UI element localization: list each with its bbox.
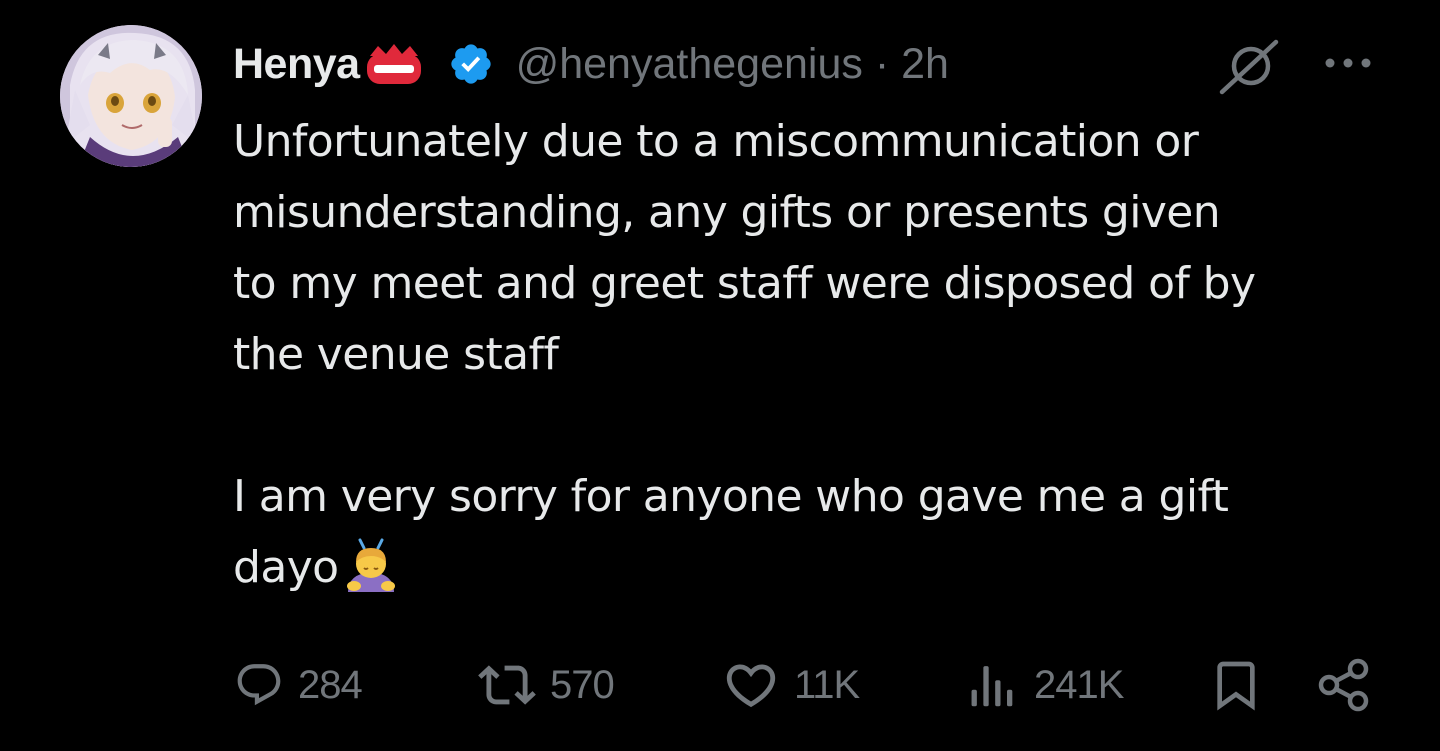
like-button[interactable]: 11K: [722, 640, 860, 730]
like-count: 11K: [794, 662, 860, 707]
text-line: to my meet and greet staff were disposed…: [233, 258, 1256, 309]
repost-button[interactable]: 570: [474, 640, 615, 730]
reply-count: 284: [298, 662, 363, 707]
post-text: Unfortunately due to a miscommunication …: [233, 106, 1393, 603]
repost-icon: [478, 665, 536, 705]
avatar[interactable]: [60, 25, 202, 167]
person-bowing-emoji: [340, 534, 402, 596]
verified-badge-icon[interactable]: [448, 41, 494, 87]
grok-icon[interactable]: [1218, 38, 1280, 96]
text-line: I am very sorry for anyone who gave me a…: [233, 471, 1229, 522]
reply-button[interactable]: 284: [234, 640, 363, 730]
bookmark-icon: [1217, 661, 1255, 711]
display-name[interactable]: Henya: [233, 40, 360, 89]
reply-icon: [237, 664, 281, 706]
action-bar: 284 570 11K 241K: [0, 640, 1440, 730]
more-icon[interactable]: [1318, 48, 1378, 78]
text-line: the venue staff: [233, 329, 559, 380]
text-fragment: dayo: [233, 542, 339, 593]
handle-and-timestamp[interactable]: @henyathegenius · 2h: [516, 40, 949, 89]
text-line: misunderstanding, any gifts or presents …: [233, 187, 1221, 238]
heart-icon: [726, 664, 776, 708]
repost-count: 570: [550, 662, 615, 707]
post-header: Henya @henyathegenius · 2h: [233, 34, 949, 94]
text-line: dayo: [233, 532, 1393, 603]
bookmark-button[interactable]: [1208, 640, 1264, 730]
avatar-image: [60, 25, 202, 167]
paragraph-break: [233, 390, 1393, 461]
share-button[interactable]: [1314, 640, 1374, 730]
views-icon: [971, 666, 1013, 707]
tweet: Henya @henyathegenius · 2h Unfortunately…: [0, 0, 1440, 751]
text-line: Unfortunately due to a miscommunication …: [233, 116, 1199, 167]
views-count: 241K: [1034, 662, 1124, 707]
crown-badge-icon: [364, 42, 424, 86]
share-icon: [1318, 658, 1369, 712]
views-button[interactable]: 241K: [968, 640, 1124, 730]
